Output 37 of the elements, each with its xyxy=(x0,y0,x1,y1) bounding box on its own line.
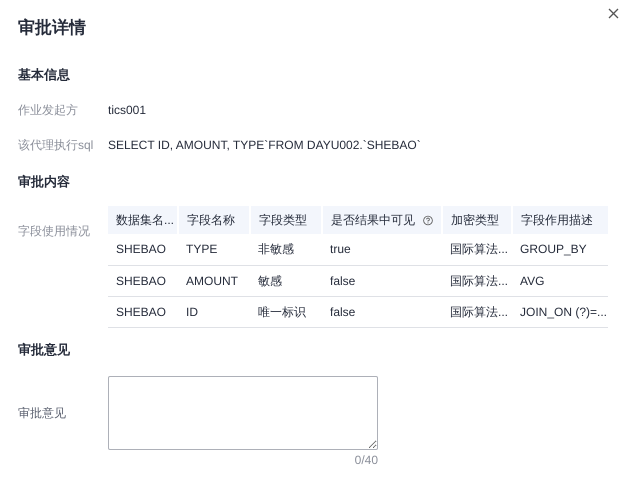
column-header: 是否结果中可见 xyxy=(331,212,415,229)
table-cell: TYPE xyxy=(178,234,250,265)
table-cell: SHEBAO xyxy=(108,234,178,265)
character-counter: 0/40 xyxy=(354,452,378,468)
table-cell: true xyxy=(322,234,442,265)
help-icon[interactable] xyxy=(423,214,433,226)
field-label: 作业发起方 xyxy=(18,102,79,119)
table-cell: 国际算法... xyxy=(442,265,512,296)
column-header: 字段名称 xyxy=(178,206,250,234)
section-heading: 审批内容 xyxy=(18,173,71,191)
table-cell: ID xyxy=(178,296,250,327)
table-cell: JOIN_ON (?)=... xyxy=(512,296,608,327)
table-cell: false xyxy=(322,296,442,327)
column-header: 数据集名... xyxy=(108,206,178,234)
table-cell: SHEBAO xyxy=(108,265,178,296)
table-cell: 国际算法... xyxy=(442,234,512,265)
column-header: 字段类型 xyxy=(250,206,322,234)
table-cell: 非敏感 xyxy=(250,234,322,265)
table-cell: AVG xyxy=(512,265,608,296)
field-label: 审批意见 xyxy=(18,404,67,422)
section-heading: 审批意见 xyxy=(18,340,71,358)
column-header: 加密类型 xyxy=(442,206,512,234)
table-cell: 敏感 xyxy=(250,265,322,296)
field-value: SELECT ID, AMOUNT, TYPE`FROM DAYU002.`SHEBAO` xyxy=(108,137,421,154)
field-value: tics001 xyxy=(108,102,146,119)
close-icon xyxy=(608,8,618,18)
field-label: 字段使用情况 xyxy=(18,223,91,240)
field-label: 该代理执行sql xyxy=(18,137,94,154)
table-cell: SHEBAO xyxy=(108,296,178,327)
table-cell: 国际算法... xyxy=(442,296,512,327)
table-cell: AMOUNT xyxy=(178,265,250,296)
dialog-title: 审批详情 xyxy=(18,17,87,39)
table-cell: false xyxy=(322,265,442,296)
column-header: 字段作用描述 xyxy=(512,206,608,234)
table-cell: GROUP_BY xyxy=(512,234,608,265)
table-cell: 唯一标识 xyxy=(250,296,322,327)
section-heading: 基本信息 xyxy=(18,66,71,84)
